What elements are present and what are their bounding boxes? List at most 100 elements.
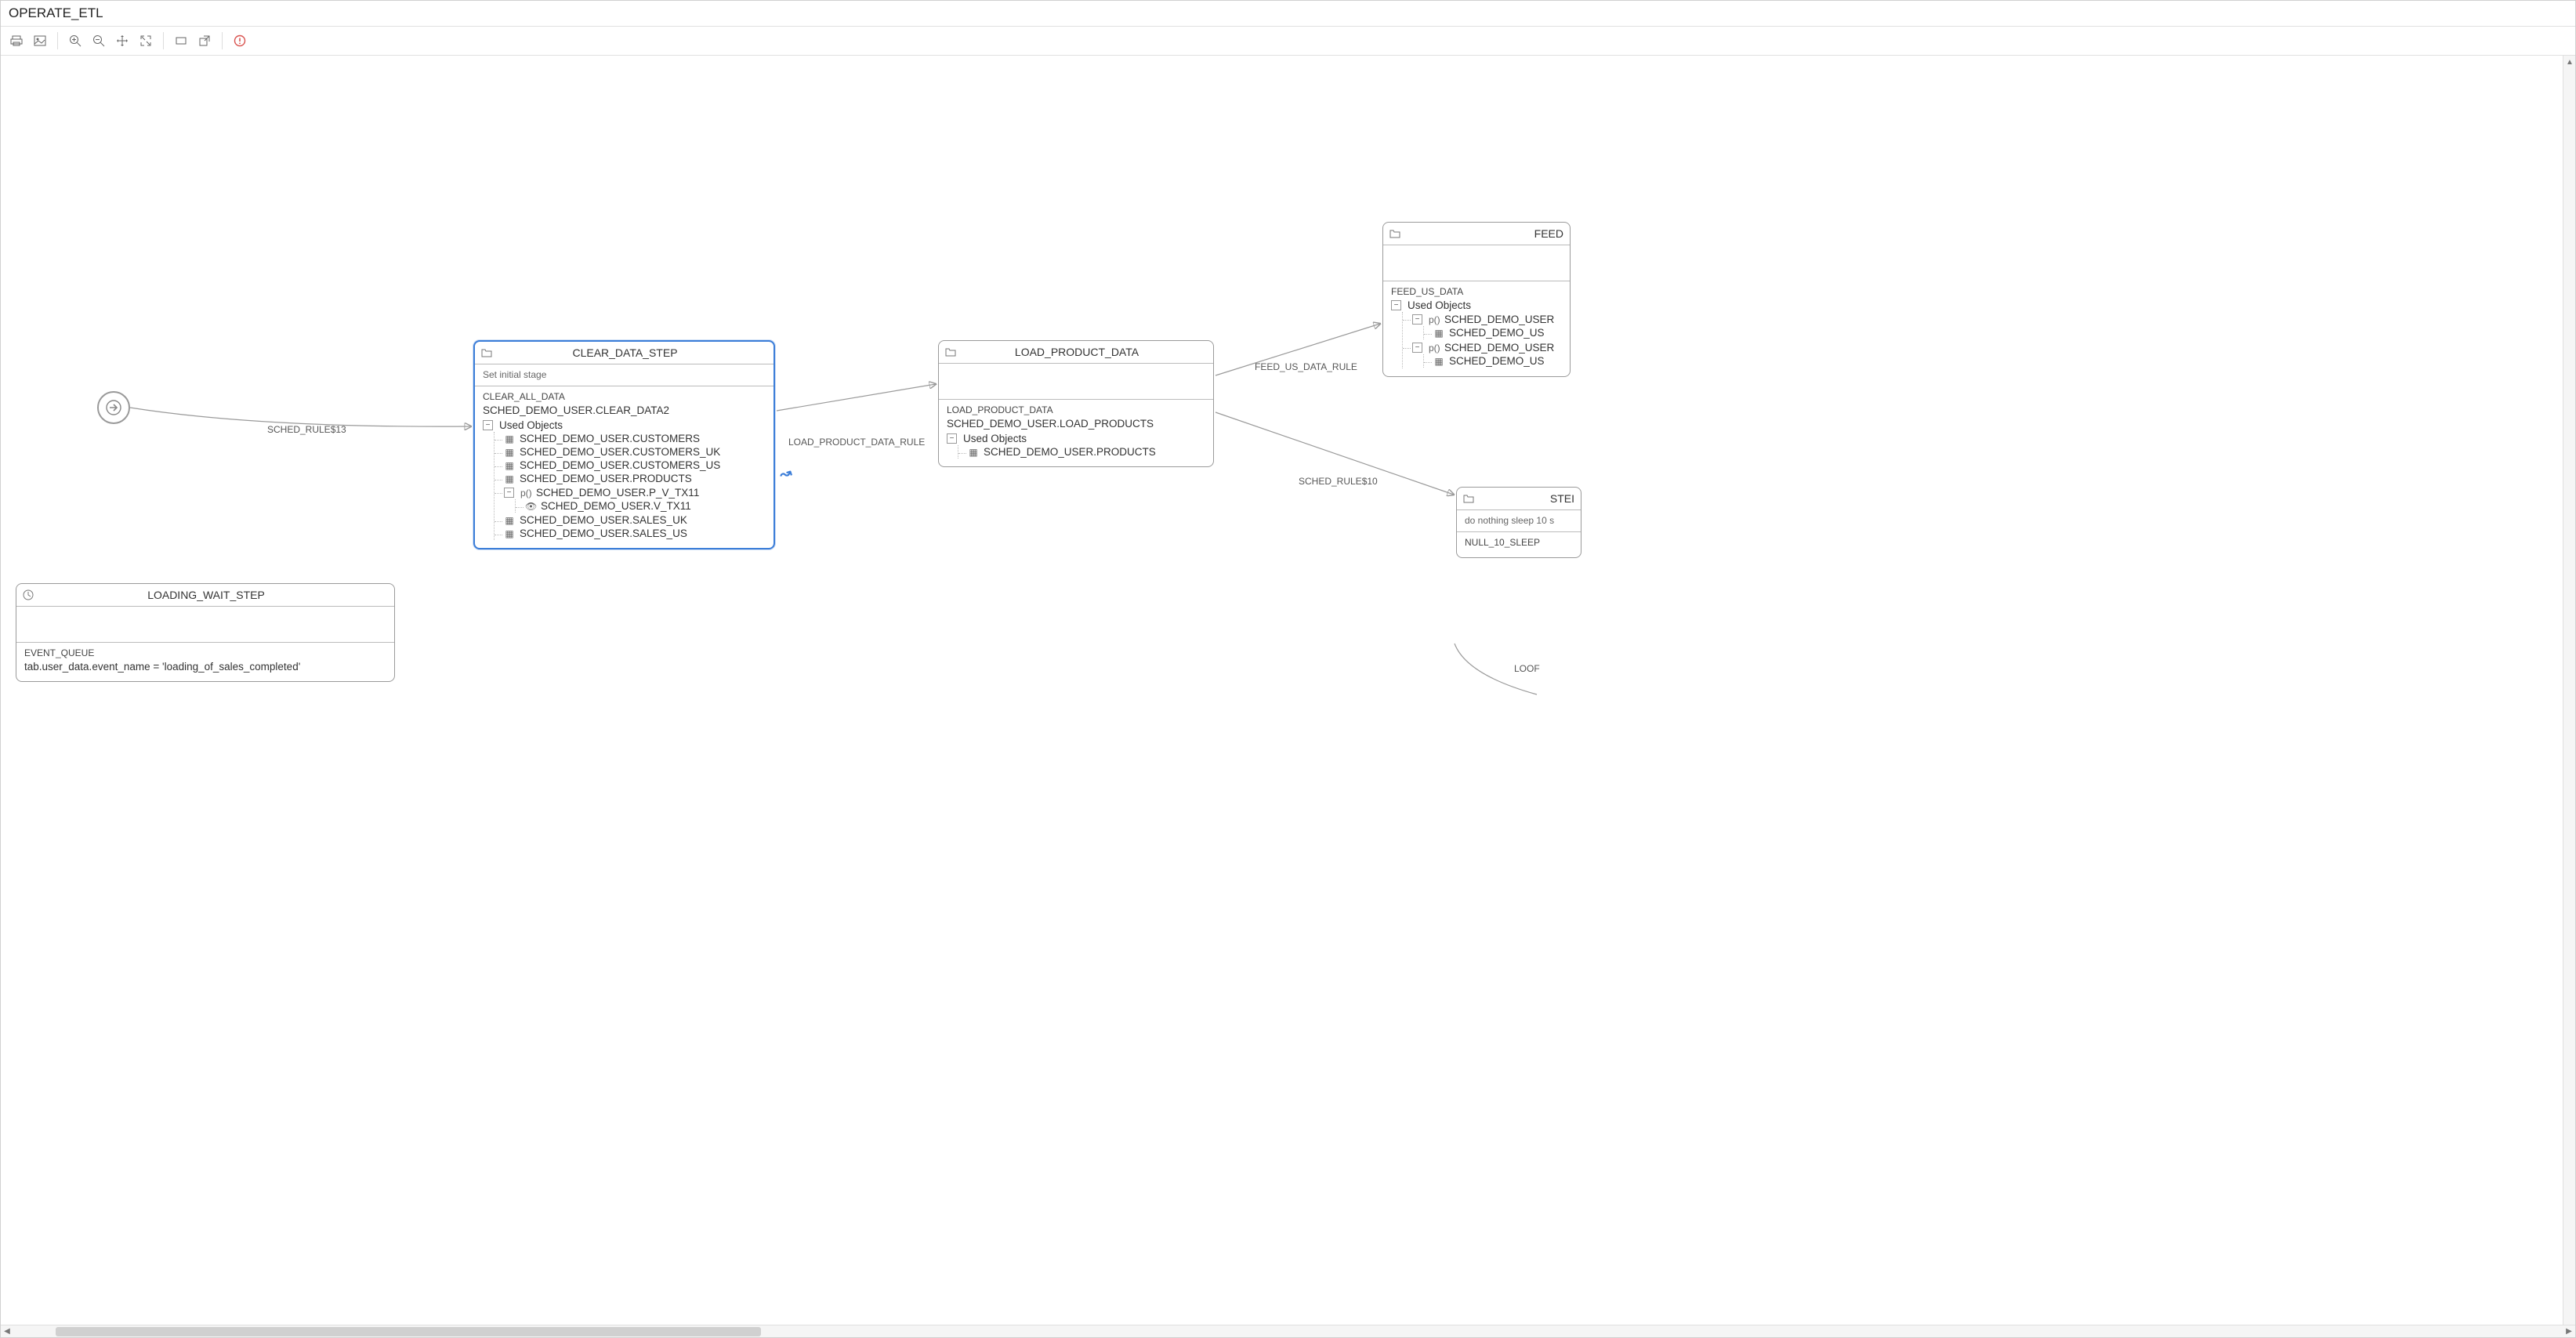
pan-button[interactable] [111,30,133,52]
clock-icon [23,589,34,600]
node-loading-wait-step[interactable]: LOADING_WAIT_STEP EVENT_QUEUE tab.user_d… [16,583,395,682]
tree-root-used-objects[interactable]: −Used Objects [483,419,766,432]
open-external-button[interactable] [194,30,216,52]
rectangle-icon [175,34,187,47]
scroll-right-arrow[interactable]: ▶ [2563,1325,2575,1338]
section-label: LOAD_PRODUCT_DATA [947,404,1205,415]
used-object: ▦SCHED_DEMO_USER.SALES_UK [504,513,766,527]
reconnect-handle-icon[interactable]: ↝ [777,464,794,484]
section-label: EVENT_QUEUE [24,647,386,658]
collapse-icon[interactable]: − [483,420,493,430]
used-object: ▦SCHED_DEMO_USER.SALES_US [504,527,766,540]
zoom-out-button[interactable] [88,30,110,52]
export-image-button[interactable] [29,30,51,52]
view-icon: 👁 [525,501,536,512]
warning-button[interactable] [229,30,251,52]
start-arrow-icon [105,399,122,416]
horizontal-scrollbar[interactable]: ◀ ▶ [1,1325,2575,1337]
section-label: FEED_US_DATA [1391,286,1562,297]
procedure-node[interactable]: −p()SCHED_DEMO_USER [1412,313,1562,326]
used-object: ▦SCHED_DEMO_USER.PRODUCTS [968,445,1205,459]
used-object: ▦SCHED_DEMO_USER.CUSTOMERS [504,432,766,445]
node-feed[interactable]: FEED FEED_US_DATA −Used Objects −p()SCHE… [1382,222,1571,377]
node-title: STEI [1482,492,1574,505]
node-subtitle: Set initial stage [475,364,774,386]
start-node[interactable] [97,391,130,424]
scroll-up-arrow[interactable]: ▲ [2563,56,2575,68]
node-subtitle [1383,245,1570,281]
layout-button[interactable] [170,30,192,52]
table-icon: ▦ [1433,356,1444,367]
open-external-icon [198,34,211,47]
edges-layer [1,56,1725,887]
toolbar-separator [222,32,223,49]
node-load-product-data[interactable]: LOAD_PRODUCT_DATA LOAD_PRODUCT_DATA SCHE… [938,340,1214,467]
edge-label-feed-us-data-rule: FEED_US_DATA_RULE [1255,361,1357,372]
folder-icon [945,346,956,357]
print-icon [10,34,23,47]
fit-button[interactable] [135,30,157,52]
toolbar-separator [163,32,164,49]
used-object: ▦SCHED_DEMO_US [1433,354,1562,368]
folder-icon [1389,228,1400,239]
used-object: ▦SCHED_DEMO_USER.PRODUCTS [504,472,766,485]
app-window: OPERATE_ETL [0,0,2576,1338]
table-icon: ▦ [968,447,979,458]
zoom-out-icon [92,34,105,47]
scrollbar-thumb[interactable] [56,1327,761,1336]
pan-icon [116,34,129,47]
node-title: LOADING_WAIT_STEP [42,589,371,601]
print-button[interactable] [5,30,27,52]
toolbar [1,27,2575,56]
image-export-icon [34,34,46,47]
table-icon: ▦ [504,460,515,471]
tree-root-used-objects[interactable]: −Used Objects [947,432,1205,445]
used-object: ▦SCHED_DEMO_US [1433,326,1562,339]
tree-root-used-objects[interactable]: −Used Objects [1391,299,1562,312]
diagram-canvas[interactable]: SCHED_RULE$13 LOAD_PRODUCT_DATA_RULE FEE… [1,56,2575,1325]
table-icon: ▦ [504,515,515,526]
folder-icon [481,347,492,358]
node-subtitle [939,364,1213,400]
main-object: SCHED_DEMO_USER.LOAD_PRODUCTS [947,417,1205,430]
table-icon: ▦ [1433,328,1444,339]
section-label: CLEAR_ALL_DATA [483,391,766,402]
zoom-in-button[interactable] [64,30,86,52]
table-icon: ▦ [504,447,515,458]
procedure-icon: p() [1429,314,1440,325]
vertical-scrollbar[interactable]: ▲ [2563,56,2575,1325]
collapse-icon[interactable]: − [504,488,514,498]
node-step-sleep[interactable]: STEI do nothing sleep 10 s NULL_10_SLEEP [1456,487,1581,558]
fit-icon [139,34,152,47]
collapse-icon[interactable]: − [947,433,957,444]
edge-label-loop: LOOF [1514,663,1540,674]
condition-text: tab.user_data.event_name = 'loading_of_s… [24,660,386,673]
edge-label-load-product-data-rule: LOAD_PRODUCT_DATA_RULE [788,437,925,448]
edge-label-sched-rule-13: SCHED_RULE$13 [267,424,346,435]
toolbar-separator [57,32,58,49]
scroll-left-arrow[interactable]: ◀ [1,1325,13,1338]
node-title: FEED [1408,227,1563,240]
procedure-node[interactable]: −p()SCHED_DEMO_USER [1412,341,1562,354]
table-icon: ▦ [504,528,515,539]
page-title: OPERATE_ETL [1,1,2575,27]
zoom-in-icon [69,34,82,47]
procedure-node[interactable]: −p()SCHED_DEMO_USER.P_V_TX11 [504,486,766,499]
collapse-icon[interactable]: − [1412,314,1422,325]
collapse-icon[interactable]: − [1391,300,1401,310]
folder-icon [1463,493,1474,504]
main-object: SCHED_DEMO_USER.CLEAR_DATA2 [483,404,766,417]
node-clear-data-step[interactable]: CLEAR_DATA_STEP Set initial stage CLEAR_… [473,340,775,549]
table-icon: ▦ [504,473,515,484]
section-label: NULL_10_SLEEP [1465,537,1573,548]
used-object: ▦SCHED_DEMO_USER.CUSTOMERS_UK [504,445,766,459]
node-title: LOAD_PRODUCT_DATA [964,346,1190,358]
node-subtitle [16,607,394,643]
procedure-icon: p() [1429,343,1440,354]
node-subtitle: do nothing sleep 10 s [1457,510,1581,532]
warning-icon [234,34,246,47]
view-object: 👁SCHED_DEMO_USER.V_TX11 [525,499,766,513]
collapse-icon[interactable]: − [1412,343,1422,353]
node-title: CLEAR_DATA_STEP [500,346,750,359]
table-icon: ▦ [504,433,515,444]
